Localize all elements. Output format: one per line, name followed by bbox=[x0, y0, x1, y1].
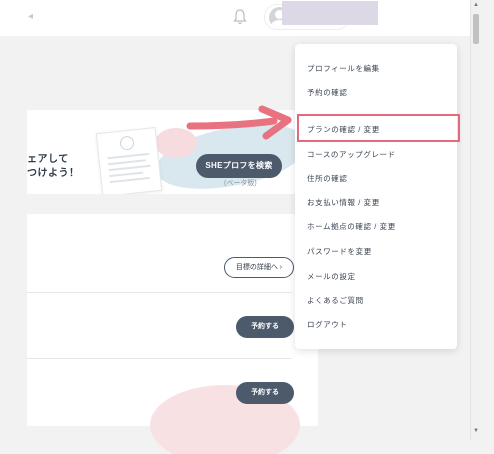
divider bbox=[27, 292, 292, 293]
document-illustration bbox=[95, 127, 163, 194]
promo-headline: ェアして つけよう！ bbox=[27, 153, 80, 181]
collapse-arrow-icon[interactable]: ◂ bbox=[28, 11, 38, 23]
doc-line bbox=[108, 164, 151, 172]
divider bbox=[27, 358, 292, 359]
reserve-button[interactable]: 予約する bbox=[236, 382, 294, 404]
account-dropdown-menu: プロフィールを編集 予約の確認 プランの確認 / 変更 コースのアップグレード … bbox=[295, 44, 457, 349]
doc-emblem-icon bbox=[119, 135, 135, 151]
highlight-box bbox=[297, 114, 460, 142]
doc-line bbox=[108, 159, 147, 166]
promo-line-2: つけよう！ bbox=[27, 168, 80, 179]
she-profile-search-button[interactable]: SHEプロフを検索 bbox=[196, 154, 282, 178]
beta-note: (ベータ版) bbox=[224, 180, 257, 187]
menu-item-logout[interactable]: ログアウト bbox=[307, 319, 348, 330]
bell-icon[interactable] bbox=[232, 8, 248, 26]
scroll-down-icon[interactable]: ▼ bbox=[473, 428, 479, 434]
pointer-arrow-icon bbox=[186, 105, 292, 140]
redacted-username bbox=[282, 1, 378, 25]
scroll-thumb[interactable] bbox=[473, 14, 479, 44]
reserve-button[interactable]: 予約する bbox=[236, 316, 294, 338]
menu-item-course-upgrade[interactable]: コースのアップグレード bbox=[307, 149, 396, 160]
doc-line bbox=[109, 176, 150, 184]
menu-item-payment[interactable]: お支払い情報 / 変更 bbox=[307, 197, 380, 208]
doc-line bbox=[107, 152, 150, 160]
scrollbar[interactable]: ▲ ▼ bbox=[470, 0, 480, 440]
top-bar: ◂ bbox=[0, 0, 470, 36]
menu-item-address[interactable]: 住所の確認 bbox=[307, 173, 348, 184]
scroll-up-icon[interactable]: ▲ bbox=[473, 2, 479, 8]
promo-line-1: ェアして bbox=[27, 154, 69, 165]
menu-item-email-settings[interactable]: メールの設定 bbox=[307, 271, 356, 282]
menu-item-reservations[interactable]: 予約の確認 bbox=[307, 87, 348, 98]
menu-item-password[interactable]: パスワードを変更 bbox=[307, 246, 372, 257]
menu-item-home-base[interactable]: ホーム拠点の確認 / 変更 bbox=[307, 221, 396, 232]
menu-item-faq[interactable]: よくあるご質問 bbox=[307, 295, 364, 306]
goal-details-button[interactable]: 目標の詳細へ › bbox=[224, 257, 294, 278]
doc-line bbox=[109, 171, 144, 178]
menu-item-edit-profile[interactable]: プロフィールを編集 bbox=[307, 63, 380, 74]
